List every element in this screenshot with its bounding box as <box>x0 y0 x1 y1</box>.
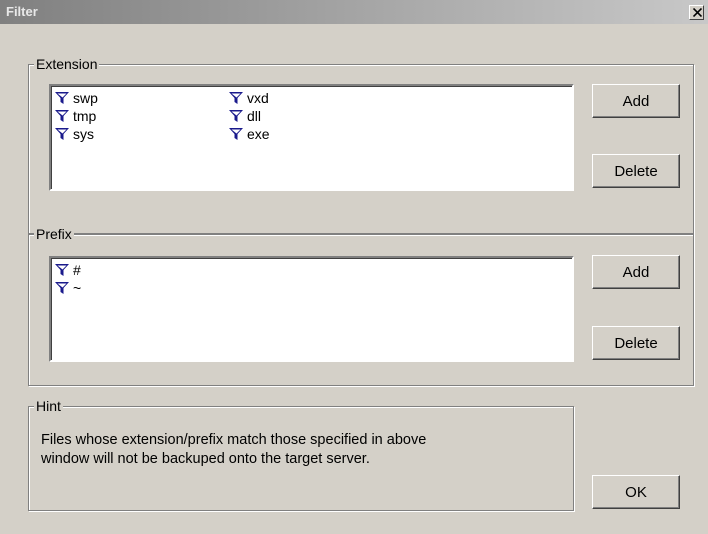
list-item[interactable]: dll <box>228 107 261 125</box>
list-item[interactable]: tmp <box>54 107 96 125</box>
extension-list[interactable]: swp tmp sys vxd dll exe <box>49 84 574 191</box>
close-icon <box>693 8 702 17</box>
extension-add-button[interactable]: Add <box>592 84 680 118</box>
prefix-legend: Prefix <box>34 226 74 242</box>
hint-text: Files whose extension/prefix match those… <box>41 431 561 469</box>
dialog-body: Extension swp tmp sys vxd dll exe Add De… <box>8 24 704 530</box>
extension-legend: Extension <box>34 56 100 72</box>
hint-line-1: Files whose extension/prefix match those… <box>41 432 427 448</box>
window-title: Filter <box>6 4 38 19</box>
list-item[interactable]: swp <box>54 89 98 107</box>
close-button[interactable] <box>689 5 704 20</box>
list-item-label: sys <box>73 126 94 142</box>
hint-legend: Hint <box>34 398 63 414</box>
hint-group: Hint Files whose extension/prefix match … <box>28 398 574 511</box>
title-bar: Filter <box>0 0 708 24</box>
list-item-label: swp <box>73 90 98 106</box>
list-item[interactable]: # <box>54 261 81 279</box>
list-item-label: ~ <box>73 280 82 296</box>
filter-icon <box>55 128 69 140</box>
list-item[interactable]: ~ <box>54 279 81 297</box>
list-item-label: exe <box>247 126 270 142</box>
list-item[interactable]: vxd <box>228 89 269 107</box>
prefix-list[interactable]: # ~ <box>49 256 574 362</box>
filter-icon <box>229 92 243 104</box>
list-item[interactable]: exe <box>228 125 270 143</box>
prefix-add-button[interactable]: Add <box>592 255 680 289</box>
filter-icon <box>229 110 243 122</box>
ok-button[interactable]: OK <box>592 475 680 509</box>
list-item-label: vxd <box>247 90 269 106</box>
list-item[interactable]: sys <box>54 125 94 143</box>
filter-icon <box>55 92 69 104</box>
list-item-label: dll <box>247 108 262 124</box>
list-item-label: # <box>73 262 81 278</box>
list-item-label: tmp <box>73 108 97 124</box>
filter-icon <box>55 264 69 276</box>
hint-line-2: window will not be backuped onto the tar… <box>41 451 370 467</box>
extension-delete-button[interactable]: Delete <box>592 154 680 188</box>
prefix-delete-button[interactable]: Delete <box>592 326 680 360</box>
filter-icon <box>55 110 69 122</box>
filter-icon <box>55 282 69 294</box>
filter-icon <box>229 128 243 140</box>
